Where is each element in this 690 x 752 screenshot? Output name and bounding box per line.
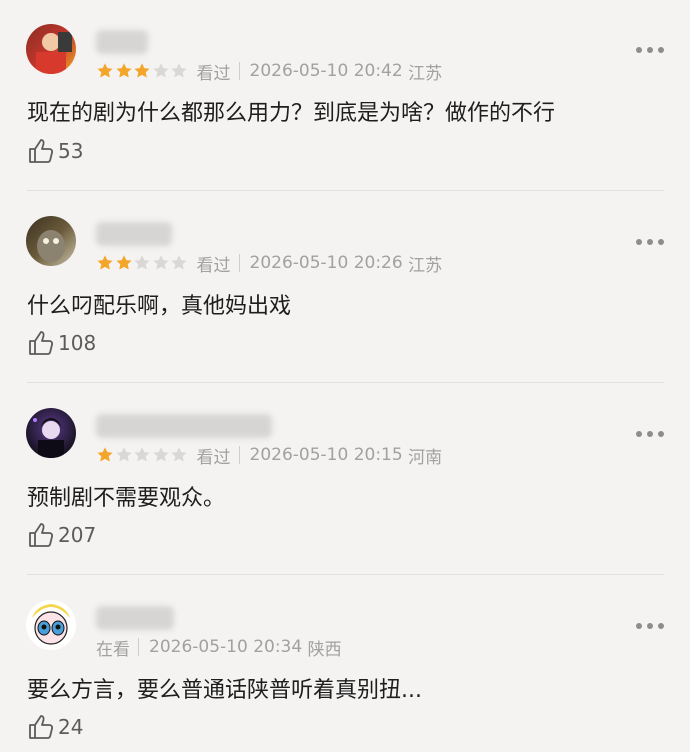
username-blurred[interactable] — [96, 414, 272, 438]
meta-divider — [238, 446, 240, 464]
comment-meta: 看过 2026-05-10 20:42 江苏 — [96, 59, 443, 84]
comment-location: 陕西 — [307, 639, 342, 660]
avatar[interactable] — [26, 216, 76, 266]
star-filled-icon — [115, 63, 132, 78]
comment-location: 江苏 — [408, 255, 443, 276]
star-rating — [96, 254, 189, 272]
star-empty-icon — [115, 447, 132, 462]
meta-divider — [238, 62, 240, 80]
divider — [27, 382, 664, 383]
star-filled-icon — [97, 63, 113, 78]
avatar-image — [36, 32, 72, 74]
divider — [27, 190, 664, 191]
comment-text: 预制剧不需要观众。 — [27, 486, 226, 511]
watch-status: 看过 — [196, 447, 231, 468]
like-button[interactable]: 53 — [27, 136, 83, 166]
star-empty-icon — [134, 447, 150, 462]
comment-meta: 看过 2026-05-10 20:26 江苏 — [96, 251, 443, 276]
like-count: 207 — [58, 523, 97, 547]
watch-status: 在看 — [96, 639, 130, 660]
thumbs-up-icon — [29, 715, 54, 739]
avatar[interactable] — [26, 24, 76, 74]
star-empty-icon — [171, 63, 187, 78]
star-filled-icon — [97, 255, 113, 270]
like-count: 108 — [58, 331, 97, 355]
avatar-image — [32, 604, 70, 645]
star-filled-icon — [97, 447, 113, 462]
star-empty-icon — [152, 63, 169, 78]
avatar-image — [37, 230, 65, 262]
username-blurred[interactable] — [96, 606, 174, 630]
avatar-image — [33, 418, 64, 458]
meta-divider — [138, 638, 139, 656]
more-options-icon[interactable] — [636, 429, 664, 439]
comment-meta: 在看 2026-05-10 20:34 陕西 — [96, 635, 342, 660]
more-options-icon[interactable] — [636, 45, 664, 55]
more-options-icon[interactable] — [636, 237, 664, 247]
meta-divider — [238, 254, 240, 272]
avatar[interactable] — [26, 600, 76, 650]
thumbs-up-icon — [29, 523, 54, 547]
thumbs-up-icon — [29, 139, 54, 163]
username-blurred[interactable] — [96, 222, 172, 246]
comment-time: 2026-05-10 20:26 — [249, 253, 403, 273]
username-blurred[interactable] — [96, 30, 148, 54]
like-count: 24 — [58, 715, 84, 739]
star-filled-icon — [115, 255, 132, 270]
star-empty-icon — [171, 255, 187, 270]
comment-location: 河南 — [408, 447, 443, 468]
like-button[interactable]: 24 — [27, 712, 83, 742]
comment-time: 2026-05-10 20:34 — [149, 637, 303, 657]
comment-text: 现在的剧为什么都那么用力？到底是为啥？做作的不行 — [27, 101, 556, 126]
thumbs-up-icon — [29, 331, 54, 355]
star-empty-icon — [152, 255, 169, 270]
star-rating — [96, 446, 189, 464]
like-count: 53 — [58, 139, 84, 163]
star-empty-icon — [171, 447, 187, 462]
avatar[interactable] — [26, 408, 76, 458]
more-options-icon[interactable] — [636, 621, 664, 631]
star-rating — [96, 62, 189, 80]
comment-text: 要么方言，要么普通话陕普听着真别扭... — [27, 678, 422, 703]
watch-status: 看过 — [196, 63, 231, 84]
comment-location: 江苏 — [408, 63, 443, 84]
star-empty-icon — [152, 447, 169, 462]
star-filled-icon — [134, 63, 150, 78]
comment-meta: 看过 2026-05-10 20:15 河南 — [96, 443, 443, 468]
comment-time: 2026-05-10 20:42 — [249, 61, 403, 81]
star-empty-icon — [134, 255, 150, 270]
divider — [27, 574, 664, 575]
watch-status: 看过 — [196, 255, 231, 276]
like-button[interactable]: 207 — [27, 520, 96, 550]
like-button[interactable]: 108 — [27, 328, 96, 358]
comment-text: 什么叼配乐啊，真他妈出戏 — [27, 294, 292, 319]
comment-time: 2026-05-10 20:15 — [249, 445, 403, 465]
